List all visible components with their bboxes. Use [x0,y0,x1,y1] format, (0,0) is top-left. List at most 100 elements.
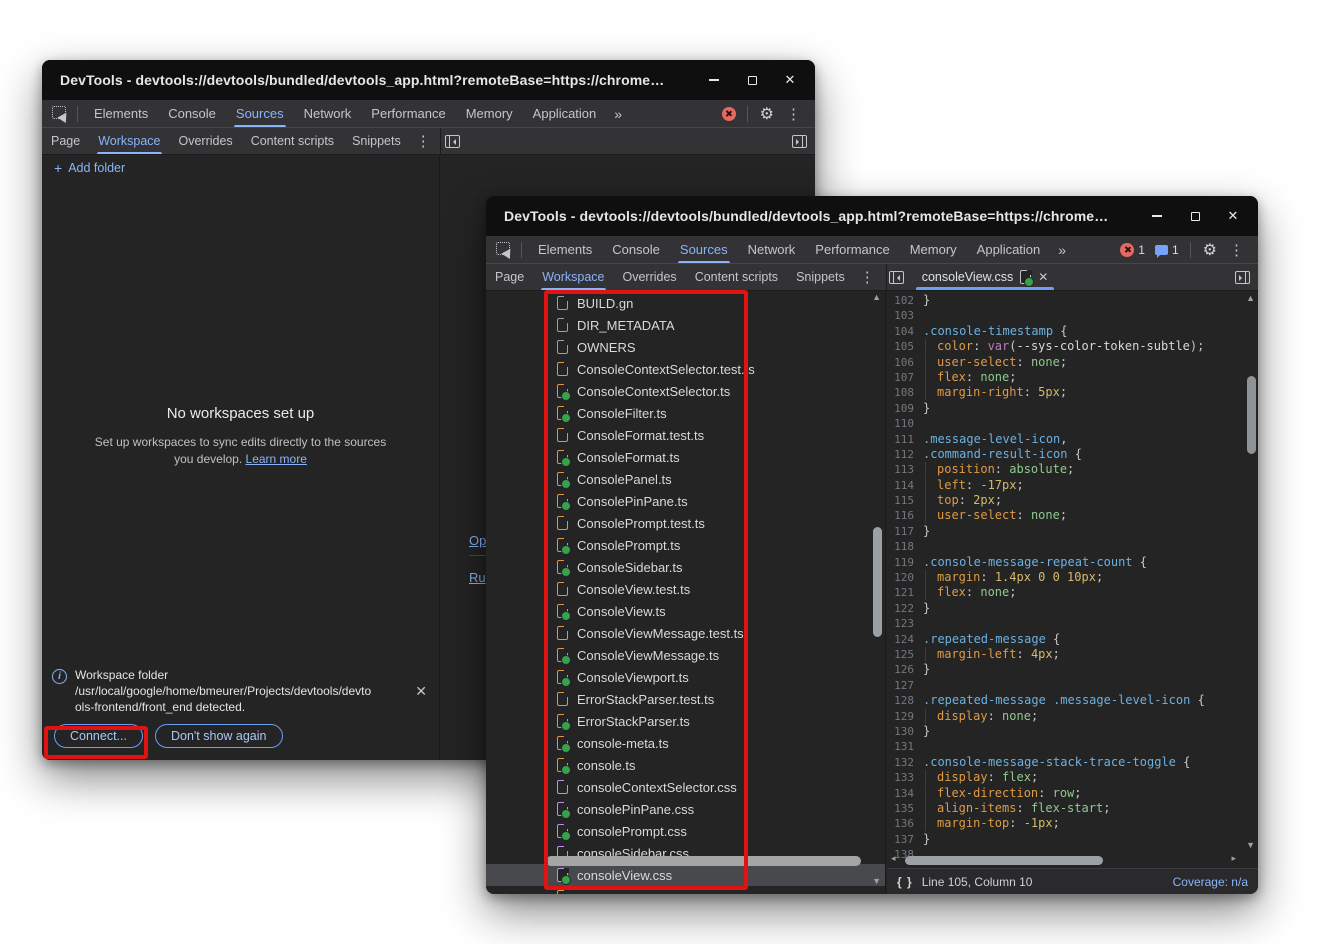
tab-application[interactable]: Application [523,100,607,127]
tab-network[interactable]: Network [294,100,362,127]
file-row[interactable]: ConsoleFilter.ts [486,402,885,424]
tab-sources[interactable]: Sources [670,236,738,263]
file-row[interactable] [486,886,885,894]
learn-more-link[interactable]: Learn more [246,452,307,466]
tab-content-scripts[interactable]: Content scripts [242,128,343,154]
pretty-print-icon[interactable]: { } [897,875,913,889]
tab-close-icon[interactable]: ✕ [1038,270,1048,284]
file-row[interactable]: ConsoleContextSelector.test.ts [486,358,885,380]
file-row[interactable]: ConsoleView.ts [486,600,885,622]
tab-overrides[interactable]: Overrides [170,128,242,154]
toggle-sidebar-icon[interactable] [1235,271,1250,284]
scroll-down-icon[interactable]: ▼ [1246,841,1255,850]
tab-memory[interactable]: Memory [900,236,967,263]
scroll-down-icon[interactable]: ▼ [872,877,881,886]
toggle-sidebar-icon[interactable] [792,135,807,148]
file-row[interactable]: ConsoleView.test.ts [486,578,885,600]
tab-console[interactable]: Console [602,236,670,263]
title-bar[interactable]: DevTools - devtools://devtools/bundled/d… [42,60,815,100]
tab-console[interactable]: Console [158,100,226,127]
tab-page[interactable]: Page [42,128,89,154]
file-row[interactable]: console-meta.ts [486,732,885,754]
error-badge[interactable]: 1 [1115,243,1150,257]
maximize-button[interactable] [1180,203,1210,229]
editor-file-tab[interactable]: consoleView.css ✕ [912,264,1059,290]
toggle-navigator-icon[interactable] [445,135,460,148]
file-row[interactable]: consoleView.css [486,864,885,886]
more-dots-icon[interactable]: ⋮ [410,128,437,154]
open-file-link[interactable]: Op [469,533,486,548]
file-row[interactable]: ConsoleViewport.ts [486,666,885,688]
infobar-close-icon[interactable]: ✕ [411,683,431,700]
file-row[interactable]: ConsolePanel.ts [486,468,885,490]
menu-dots-icon[interactable]: ⋮ [780,105,807,123]
tab-network[interactable]: Network [738,236,806,263]
file-row[interactable]: ConsoleSidebar.ts [486,556,885,578]
file-row[interactable]: ConsoleContextSelector.ts [486,380,885,402]
issues-badge[interactable]: 1 [1150,243,1184,257]
connect-button[interactable]: Connect... [54,724,143,748]
horizontal-scrollbar-thumb[interactable] [546,856,861,866]
inspect-icon[interactable] [496,242,513,257]
inspect-icon[interactable] [52,106,69,121]
error-badge[interactable]: 1 [717,107,741,121]
minimize-button[interactable] [699,67,729,93]
file-row[interactable]: consoleContextSelector.css [486,776,885,798]
file-row[interactable]: OWNERS [486,336,885,358]
file-row[interactable]: DIR_METADATA [486,314,885,336]
file-row[interactable]: ConsoleFormat.test.ts [486,424,885,446]
file-row[interactable]: ConsoleFormat.ts [486,446,885,468]
file-row[interactable]: ConsolePrompt.ts [486,534,885,556]
file-row[interactable]: consolePinPane.css [486,798,885,820]
more-tabs-icon[interactable]: » [1050,242,1074,258]
minimize-button[interactable] [1142,203,1172,229]
file-row[interactable]: console.ts [486,754,885,776]
file-row[interactable]: ConsolePrompt.test.ts [486,512,885,534]
title-bar[interactable]: DevTools - devtools://devtools/bundled/d… [486,196,1258,236]
dont-show-again-button[interactable]: Don't show again [155,724,283,748]
file-row[interactable]: ConsoleViewMessage.ts [486,644,885,666]
tab-page[interactable]: Page [486,264,533,290]
tab-workspace[interactable]: Workspace [89,128,169,154]
tab-memory[interactable]: Memory [456,100,523,127]
tab-snippets[interactable]: Snippets [787,264,854,290]
horizontal-scrollbar-thumb[interactable] [905,856,1103,865]
menu-dots-icon[interactable]: ⋮ [1223,241,1250,259]
run-command-link[interactable]: Ru [469,570,486,585]
vertical-scrollbar-thumb[interactable] [1247,376,1256,454]
close-button[interactable]: ✕ [1218,203,1248,229]
tab-overrides[interactable]: Overrides [614,264,686,290]
settings-gear-icon[interactable]: ⚙ [754,104,780,124]
file-row[interactable]: ConsoleViewMessage.test.ts [486,622,885,644]
scroll-left-icon[interactable]: ◂ [891,854,896,863]
tab-snippets[interactable]: Snippets [343,128,410,154]
tab-elements[interactable]: Elements [528,236,602,263]
maximize-button[interactable] [737,67,767,93]
scroll-right-icon[interactable]: ▸ [1231,854,1236,863]
tab-application[interactable]: Application [967,236,1051,263]
close-button[interactable]: ✕ [775,67,805,93]
code-line: 119.console-message-repeat-count { [887,555,1244,570]
vertical-scrollbar-thumb[interactable] [873,527,882,637]
file-row[interactable]: ConsolePinPane.ts [486,490,885,512]
scroll-up-icon[interactable]: ▲ [872,293,881,302]
file-row[interactable]: consolePrompt.css [486,820,885,842]
file-row[interactable]: ErrorStackParser.ts [486,710,885,732]
tab-performance[interactable]: Performance [805,236,899,263]
file-row[interactable]: BUILD.gn [486,292,885,314]
file-row[interactable]: ErrorStackParser.test.ts [486,688,885,710]
tab-sources[interactable]: Sources [226,100,294,127]
tab-elements[interactable]: Elements [84,100,158,127]
tab-content-scripts[interactable]: Content scripts [686,264,787,290]
scroll-up-icon[interactable]: ▲ [1246,294,1255,303]
more-dots-icon[interactable]: ⋮ [854,264,881,290]
tab-workspace[interactable]: Workspace [533,264,613,290]
coverage-status[interactable]: Coverage: n/a [1173,875,1248,889]
more-tabs-icon[interactable]: » [606,106,630,122]
token: : [995,462,1009,476]
add-folder-button[interactable]: + Add folder [42,155,439,181]
code-editor[interactable]: 102}103104.console-timestamp {105color: … [887,291,1258,868]
tab-performance[interactable]: Performance [361,100,455,127]
settings-gear-icon[interactable]: ⚙ [1197,240,1223,260]
toggle-navigator-icon[interactable] [889,271,904,284]
